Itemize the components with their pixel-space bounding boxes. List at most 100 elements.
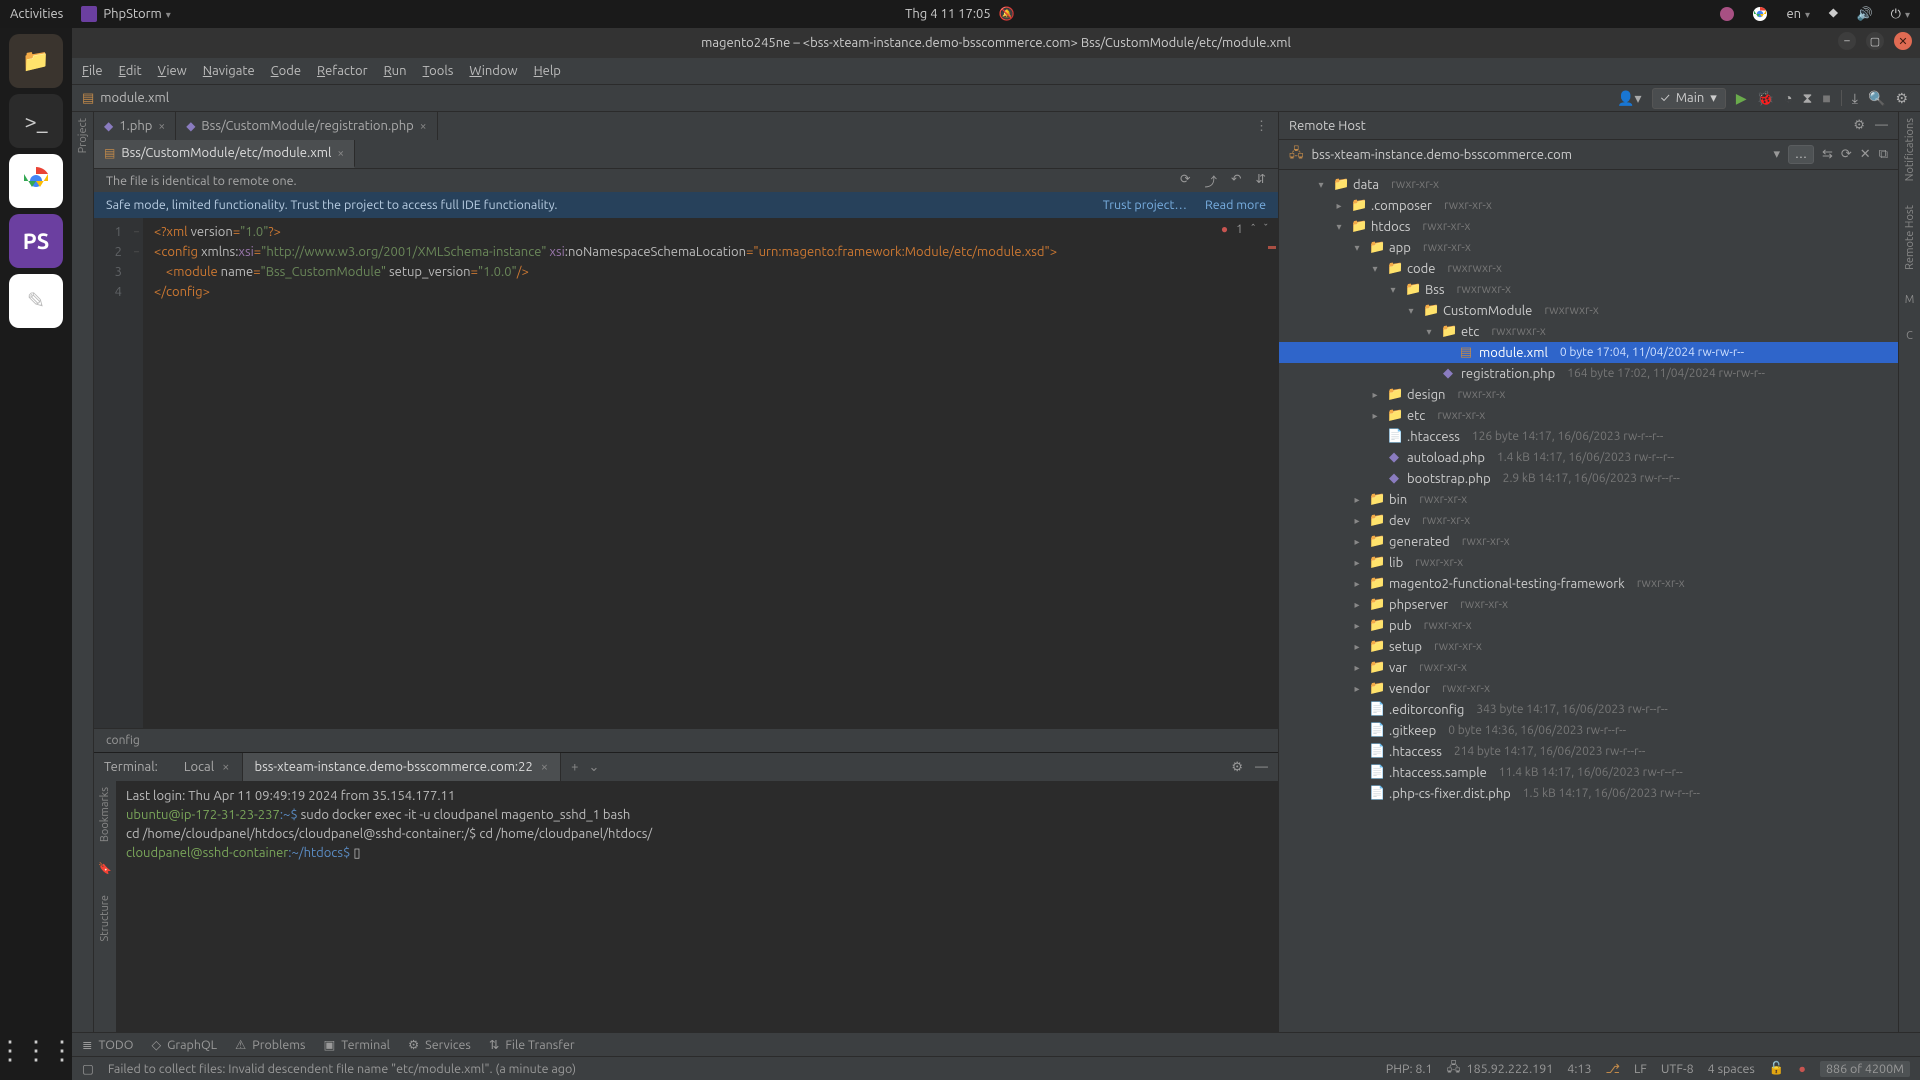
panel-hide-icon[interactable]: — (1875, 118, 1888, 133)
terminal-tab[interactable]: Local× (172, 753, 243, 781)
menu-navigate[interactable]: Navigate (203, 64, 255, 78)
ide-settings-icon[interactable]: ⚙ (1895, 90, 1908, 107)
tree-node[interactable]: ▸📁vendorrwxr-xr-x (1279, 678, 1898, 699)
readonly-icon[interactable]: 🔓 (1769, 1061, 1785, 1076)
remote-host-name[interactable]: bss-xteam-instance.demo-bsscommerce.com (1312, 148, 1766, 162)
text-editor-app-icon[interactable]: ✎ (9, 274, 63, 328)
error-stripe[interactable] (1268, 246, 1276, 249)
notifications-tool-button[interactable]: Notifications (1904, 118, 1916, 181)
git-indicator[interactable]: ⎇ (1606, 1061, 1620, 1076)
remote-host-tool-button[interactable]: Remote Host (1904, 205, 1916, 270)
file-encoding[interactable]: UTF-8 (1661, 1062, 1694, 1076)
search-everywhere-icon[interactable]: 🔍 (1868, 90, 1885, 107)
tree-node[interactable]: ◆autoload.php1.4 kB 14:17, 16/06/2023 rw… (1279, 447, 1898, 468)
tree-node[interactable]: ▸📁setuprwxr-xr-x (1279, 636, 1898, 657)
phpstorm-app-icon[interactable]: PS (9, 214, 63, 268)
tree-node[interactable]: 📄.htaccess.sample11.4 kB 14:17, 16/06/20… (1279, 762, 1898, 783)
editor-breadcrumb[interactable]: config (94, 728, 1278, 752)
terminal-settings-icon[interactable]: ⚙ (1231, 760, 1243, 775)
tree-node[interactable]: 📄.htaccess214 byte 14:17, 16/06/2023 rw-… (1279, 741, 1898, 762)
inspection-widget[interactable]: ●1 ˆ ˇ (1221, 222, 1268, 236)
user-add-icon[interactable]: 👤▾ (1617, 90, 1641, 107)
disconnect-icon[interactable]: ✕ (1860, 147, 1871, 162)
deployment-host[interactable]: 🖧 185.92.222.191 (1447, 1058, 1554, 1079)
tree-node[interactable]: ▾📁coderwxrwxr-x (1279, 258, 1898, 279)
tree-node[interactable]: 📄.htaccess126 byte 14:17, 16/06/2023 rw-… (1279, 426, 1898, 447)
tree-node[interactable]: 📄.php-cs-fixer.dist.php1.5 kB 14:17, 16/… (1279, 783, 1898, 804)
panel-settings-icon[interactable]: ⚙ (1853, 118, 1865, 133)
todo-tool-button[interactable]: ≣ TODO (82, 1037, 133, 1052)
problems-tool-button[interactable]: ⚠ Problems (235, 1037, 305, 1052)
collapse-all-icon[interactable]: ⧉ (1879, 147, 1888, 162)
tree-node[interactable]: ▸📁binrwxr-xr-x (1279, 489, 1898, 510)
tree-node[interactable]: ▸📁etcrwxr-xr-x (1279, 405, 1898, 426)
project-tool-button[interactable]: Project (77, 118, 89, 153)
tree-node[interactable]: ▸📁varrwxr-xr-x (1279, 657, 1898, 678)
terminal-tool-button[interactable]: ▣ Terminal (323, 1037, 389, 1052)
bookmarks-tool-button[interactable]: Bookmarks (99, 787, 111, 842)
menu-file[interactable]: File (82, 64, 103, 78)
tree-node[interactable]: ▸📁phpserverrwxr-xr-x (1279, 594, 1898, 615)
network-icon[interactable]: ⯁ (1828, 7, 1838, 22)
close-tab-icon[interactable]: × (337, 147, 344, 160)
menu-view[interactable]: View (158, 64, 187, 78)
menu-refactor[interactable]: Refactor (317, 64, 368, 78)
revert-icon[interactable]: ↶ (1231, 171, 1241, 190)
memory-indicator[interactable]: 886 of 4200M (1820, 1061, 1910, 1077)
host-dropdown-icon[interactable]: ▾ (1774, 147, 1781, 162)
tree-node[interactable]: ◆registration.php164 byte 17:02, 11/04/2… (1279, 363, 1898, 384)
terminal-app-icon[interactable]: >_ (9, 94, 63, 148)
editor-tab[interactable]: ◆1.php× (94, 112, 176, 140)
tree-node[interactable]: ▾📁CustomModulerwxrwxr-x (1279, 300, 1898, 321)
tree-node[interactable]: 📄.editorconfig343 byte 14:17, 16/06/2023… (1279, 699, 1898, 720)
minimize-button[interactable]: – (1838, 32, 1856, 50)
m-tool-button[interactable]: M (1905, 294, 1915, 306)
close-tab-icon[interactable]: × (420, 120, 427, 133)
diff-icon[interactable]: ⇵ (1256, 171, 1266, 190)
indent-info[interactable]: 4 spaces (1708, 1062, 1755, 1076)
coverage-icon[interactable]: ◔ (1784, 90, 1792, 106)
tree-node[interactable]: ▾📁apprwxr-xr-x (1279, 237, 1898, 258)
tree-node[interactable]: ▾📁Bssrwxrwxr-x (1279, 279, 1898, 300)
chrome-tray-icon[interactable] (1752, 6, 1768, 22)
editor-tab[interactable]: ◆ Bss/CustomModule/registration.php× (176, 112, 437, 140)
tree-node[interactable]: ▾📁etcrwxrwxr-x (1279, 321, 1898, 342)
caret-position[interactable]: 4:13 (1567, 1062, 1591, 1076)
bookmark-icon[interactable]: 🔖 (98, 862, 112, 875)
tree-node[interactable]: ▸📁designrwxr-xr-x (1279, 384, 1898, 405)
terminal-output[interactable]: Last login: Thu Apr 11 09:49:19 2024 fro… (116, 781, 1278, 1032)
show-apps-icon[interactable]: ⋮⋮⋮ (0, 1035, 75, 1066)
error-icon[interactable]: ● (1798, 1062, 1806, 1076)
menu-code[interactable]: Code (271, 64, 301, 78)
menu-run[interactable]: Run (384, 64, 407, 78)
services-tool-button[interactable]: ⚙ Services (408, 1037, 471, 1052)
menu-help[interactable]: Help (534, 64, 561, 78)
tree-node[interactable]: ▸📁magento2-functional-testing-frameworkr… (1279, 573, 1898, 594)
tree-node[interactable]: ▤module.xml0 byte 17:04, 11/04/2024 rw-r… (1279, 342, 1898, 363)
debug-button[interactable]: 🐞 (1757, 90, 1774, 107)
tree-node[interactable]: ▸📁librwxr-xr-x (1279, 552, 1898, 573)
tree-node[interactable]: ▸📁generatedrwxr-xr-x (1279, 531, 1898, 552)
app-menu[interactable]: PhpStorm (81, 6, 170, 22)
refresh-tree-icon[interactable]: ⟳ (1841, 147, 1852, 162)
stop-button[interactable]: ■ (1822, 90, 1830, 106)
tray-icon-1[interactable] (1720, 7, 1734, 21)
close-button[interactable]: ✕ (1894, 32, 1912, 50)
tree-node[interactable]: ▸📁.composerrwxr-xr-x (1279, 195, 1898, 216)
code-editor[interactable]: 1234 –– <?xml version="1.0"?> <config xm… (94, 218, 1278, 728)
activities-button[interactable]: Activities (10, 7, 63, 21)
run-config-selector[interactable]: ✓ Main ▾ (1652, 88, 1726, 109)
remote-tree[interactable]: ▾📁datarwxr-xr-x▸📁.composerrwxr-xr-x▾📁htd… (1279, 170, 1898, 1032)
code-content[interactable]: <?xml version="1.0"?> <config xmlns:xsi=… (144, 218, 1278, 728)
menu-tools[interactable]: Tools (423, 64, 454, 78)
terminal-tab[interactable]: bss-xteam-instance.demo-bsscommerce.com:… (243, 753, 562, 781)
files-app-icon[interactable]: 📁 (9, 34, 63, 88)
read-more-link[interactable]: Read more (1205, 198, 1266, 212)
tree-node[interactable]: ▾📁datarwxr-xr-x (1279, 174, 1898, 195)
filter-icon[interactable]: ⇆ (1822, 147, 1833, 162)
trust-project-link[interactable]: Trust project… (1103, 198, 1187, 212)
graphql-tool-button[interactable]: ◇ GraphQL (151, 1037, 217, 1052)
git-update-icon[interactable]: ⤓ (1852, 90, 1858, 107)
host-more-button[interactable]: … (1788, 145, 1814, 164)
tree-node[interactable]: ▾📁htdocsrwxr-xr-x (1279, 216, 1898, 237)
